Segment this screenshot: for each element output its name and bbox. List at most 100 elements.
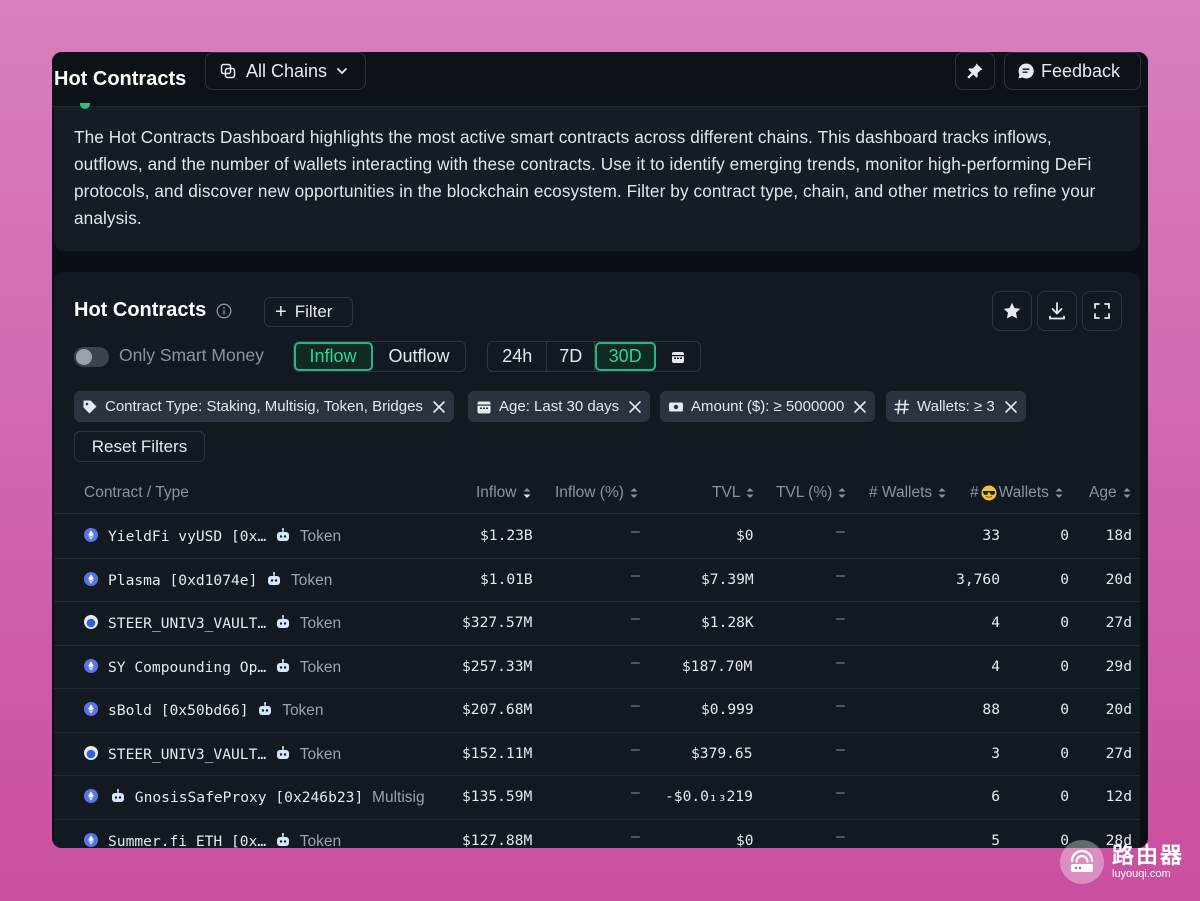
inflow-cell: $1.01B xyxy=(480,570,533,588)
filter-chip-age[interactable]: Age: Last 30 days xyxy=(468,391,651,422)
hot-contracts-panel: Hot Contracts + Filter Only Smart Money … xyxy=(54,272,1140,848)
inflow-cell: $152.11M xyxy=(462,744,533,762)
bot-icon xyxy=(275,832,291,849)
download-button[interactable] xyxy=(1037,291,1077,331)
filter-chip-wallets[interactable]: Wallets: ≥ 3 xyxy=(886,391,1026,422)
contract-type: Multisig xyxy=(372,789,425,806)
period-30d-tab[interactable]: 30D xyxy=(594,342,657,371)
tvl-pct-cell: — xyxy=(836,740,845,758)
inflow-cell: $135.59M xyxy=(462,788,533,805)
sort-icon xyxy=(629,486,639,500)
contract-cell[interactable]: SY Compounding Op… Token xyxy=(108,658,341,678)
contract-type: Token xyxy=(299,745,342,763)
fullscreen-button[interactable] xyxy=(1082,291,1122,331)
inflow-cell: $1.23B xyxy=(480,527,533,544)
table-row[interactable]: STEER_UNIV3_VAULT… Token $327.57M — $1.2… xyxy=(54,602,1140,646)
column-tvl[interactable]: TVL xyxy=(712,484,755,502)
calendar-icon xyxy=(672,351,685,363)
ethereum-chain-icon xyxy=(84,571,98,586)
smart-wallets-cell: 0 xyxy=(1060,657,1069,675)
tvl-pct-cell: — xyxy=(836,566,845,584)
table-row[interactable]: SY Compounding Op… Token $257.33M — $187… xyxy=(54,646,1140,689)
contract-cell[interactable]: STEER_UNIV3_VAULT… Token xyxy=(108,745,341,765)
contract-cell[interactable]: STEER_UNIV3_VAULT… Token xyxy=(108,614,341,634)
dashboard-description: The Hot Contracts Dashboard highlights t… xyxy=(74,127,1096,228)
close-icon[interactable] xyxy=(432,400,446,414)
inflow-pct-cell: — xyxy=(631,827,640,845)
period-7d-tab[interactable]: 7D xyxy=(547,342,595,371)
contract-type: Token xyxy=(299,528,342,545)
tvl-pct-cell: — xyxy=(836,827,845,845)
info-icon[interactable] xyxy=(216,303,232,319)
table-row[interactable]: YieldFi vyUSD [0x… Token $1.23B — $0 — 3… xyxy=(54,515,1140,559)
period-24h-tab[interactable]: 24h xyxy=(488,342,548,371)
tvl-cell: $0 xyxy=(736,831,754,849)
inflow-cell: $127.88M xyxy=(462,831,533,849)
ethereum-chain-icon xyxy=(84,528,98,542)
filter-chip-amount[interactable]: Amount ($): ≥ 5000000 xyxy=(660,391,876,422)
wallets-cell: 4 xyxy=(991,614,1000,631)
close-icon[interactable] xyxy=(628,400,642,414)
contract-cell[interactable]: Plasma [0xd1074e] Token xyxy=(108,571,332,591)
top-bar: Hot Contracts All Chains Feedback xyxy=(52,52,1148,107)
table-row[interactable]: Plasma [0xd1074e] Token $1.01B — $7.39M … xyxy=(54,559,1140,602)
close-icon[interactable] xyxy=(1004,400,1018,414)
inflow-tab[interactable]: Inflow xyxy=(294,342,374,371)
reset-filters-button[interactable]: Reset Filters xyxy=(74,431,205,462)
base-chain-icon xyxy=(84,745,98,760)
contract-type: Token xyxy=(299,615,342,632)
description-card: The Hot Contracts Dashboard highlights t… xyxy=(54,103,1140,251)
panel-title: Hot Contracts xyxy=(74,299,207,321)
column-smart-wallets[interactable]: # Wallets xyxy=(970,484,1064,502)
table-row[interactable]: STEER_UNIV3_VAULT… Token $152.11M — $379… xyxy=(54,733,1140,776)
column-inflow-pct[interactable]: Inflow (%) xyxy=(555,484,639,502)
ethereum-chain-icon xyxy=(84,702,98,716)
contract-cell[interactable]: Summer.fi ETH [0x… Token xyxy=(108,832,341,849)
expand-icon xyxy=(1094,303,1110,319)
chain-selector-button[interactable]: All Chains xyxy=(205,52,366,90)
smart-money-toggle[interactable] xyxy=(74,347,109,367)
ethereum-chain-icon xyxy=(84,832,98,847)
contract-cell[interactable]: GnosisSafeProxy [0x246b23] Multisig xyxy=(110,788,425,808)
chevron-down-icon xyxy=(337,68,347,75)
smart-wallets-cell: 0 xyxy=(1060,744,1069,762)
router-logo-icon xyxy=(1060,840,1104,884)
add-filter-button[interactable]: + Filter xyxy=(264,297,353,327)
download-icon xyxy=(1049,302,1065,320)
outflow-tab[interactable]: Outflow xyxy=(373,342,465,371)
smart-wallets-cell: 0 xyxy=(1060,570,1069,588)
app-window: Hot Contracts All Chains Feedback The Ho… xyxy=(52,52,1148,848)
table-row[interactable]: sBold [0x50bd66] Token $207.68M — $0.999… xyxy=(54,689,1140,733)
column-inflow[interactable]: Inflow xyxy=(476,484,532,502)
close-icon[interactable] xyxy=(853,400,867,414)
contract-cell[interactable]: YieldFi vyUSD [0x… Token xyxy=(108,527,341,547)
chat-icon xyxy=(1018,63,1034,79)
filter-label: Filter xyxy=(294,302,333,321)
column-age[interactable]: Age xyxy=(1089,484,1132,502)
bot-icon xyxy=(257,701,273,721)
filter-chip-contract-type[interactable]: Contract Type: Staking, Multisig, Token,… xyxy=(74,391,454,422)
inflow-pct-cell: — xyxy=(631,784,640,801)
feedback-button[interactable]: Feedback xyxy=(1004,52,1141,90)
wallets-cell: 88 xyxy=(982,701,1000,718)
wallets-cell: 6 xyxy=(991,788,1000,805)
bot-icon xyxy=(266,571,282,591)
tag-icon xyxy=(82,399,98,415)
tvl-cell: $0 xyxy=(736,527,754,544)
contract-cell[interactable]: sBold [0x50bd66] Token xyxy=(108,701,324,721)
bot-icon xyxy=(275,658,291,678)
pin-button[interactable] xyxy=(955,52,995,90)
page-title: Hot Contracts xyxy=(54,68,187,90)
sort-icon xyxy=(1122,486,1132,500)
table-row[interactable]: GnosisSafeProxy [0x246b23] Multisig $135… xyxy=(54,776,1140,820)
bot-icon xyxy=(275,614,291,634)
flow-segmented-control: Inflow Outflow xyxy=(293,341,466,372)
column-tvl-pct[interactable]: TVL (%) xyxy=(776,484,847,502)
sort-icon xyxy=(745,486,755,500)
custom-date-button[interactable] xyxy=(656,342,700,371)
column-wallets[interactable]: # Wallets xyxy=(869,484,947,502)
favorite-button[interactable] xyxy=(992,291,1032,331)
plus-icon: + xyxy=(275,301,287,323)
table-row[interactable]: Summer.fi ETH [0x… Token $127.88M — $0 —… xyxy=(54,820,1140,849)
hash-icon xyxy=(894,399,910,415)
